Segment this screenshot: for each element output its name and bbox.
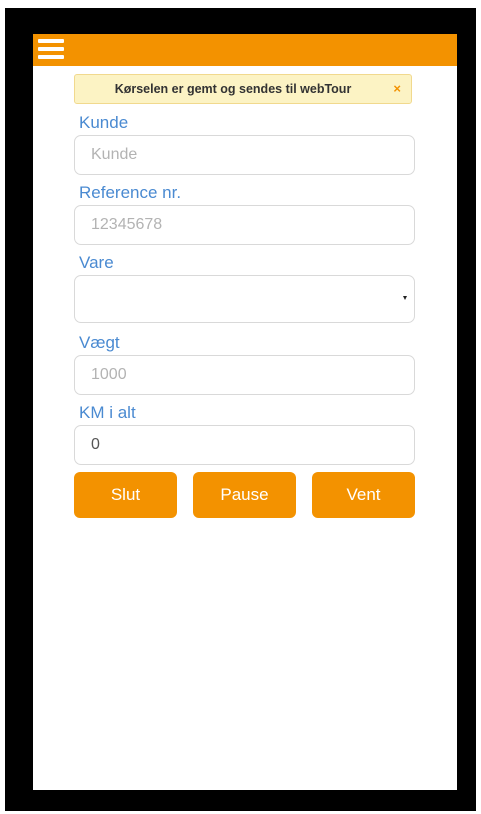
success-alert: Kørselen er gemt og sendes til webTour × <box>74 74 412 104</box>
customer-label: Kunde <box>79 113 129 132</box>
km-total-input[interactable] <box>74 425 415 465</box>
top-bar <box>33 34 457 66</box>
km-total-label: KM i alt <box>79 403 136 422</box>
pause-button[interactable]: Pause <box>193 472 296 518</box>
goods-select[interactable] <box>74 275 415 323</box>
goods-label: Vare <box>79 253 114 272</box>
weight-label: Vægt <box>79 333 120 352</box>
dropdown-arrow-icon <box>403 296 407 300</box>
device-frame: Kørselen er gemt og sendes til webTour ×… <box>0 0 481 814</box>
reference-label: Reference nr. <box>79 183 182 202</box>
stop-button[interactable]: Slut <box>74 472 177 518</box>
hamburger-icon[interactable] <box>38 39 64 59</box>
alert-message: Kørselen er gemt og sendes til webTour <box>114 82 352 96</box>
reference-input[interactable] <box>74 205 415 245</box>
app-screen: Kørselen er gemt og sendes til webTour ×… <box>33 34 457 790</box>
customer-input[interactable] <box>74 135 415 175</box>
wait-button[interactable]: Vent <box>312 472 415 518</box>
weight-input[interactable] <box>74 355 415 395</box>
close-icon[interactable]: × <box>393 75 401 103</box>
